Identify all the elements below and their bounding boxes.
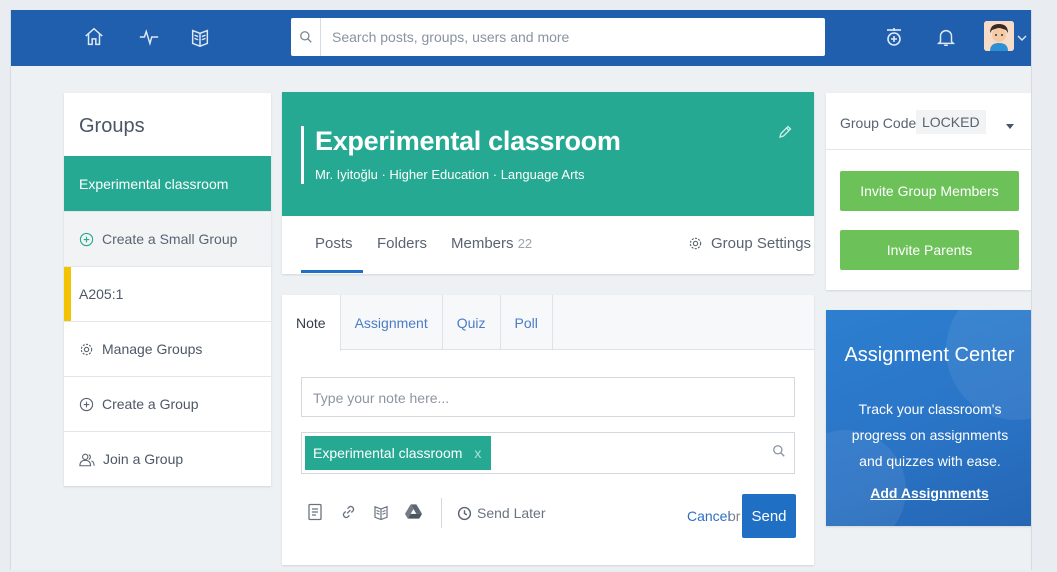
sidebar-item-label: Experimental classroom: [79, 175, 229, 192]
tab-note[interactable]: Note: [282, 295, 341, 351]
cancel-link[interactable]: Cancel: [687, 508, 731, 524]
top-navigation-bar: [11, 10, 1031, 66]
avatar[interactable]: [984, 21, 1014, 51]
note-textarea[interactable]: Type your note here...: [301, 377, 795, 417]
group-title: Experimental classroom: [315, 126, 621, 156]
sidebar-item-label: Create a Small Group: [102, 231, 238, 247]
pencil-icon[interactable]: [777, 124, 793, 145]
recipients-field[interactable]: Experimental classroom x: [301, 432, 795, 474]
gear-icon: [79, 342, 94, 357]
composer-tabs: Note Assignment Quiz Poll: [282, 295, 814, 351]
invite-group-members-button[interactable]: Invite Group Members: [840, 171, 1019, 211]
sidebar-item-label: A205:1: [79, 286, 124, 302]
search-bar[interactable]: [291, 18, 825, 56]
app-window: Groups Experimental classroom Create a S…: [10, 10, 1032, 570]
group-banner: Experimental classroom Mr. Iyitoğlu · Hi…: [282, 92, 814, 216]
plus-circle-icon: [79, 232, 94, 247]
link-icon[interactable]: [340, 503, 357, 521]
gear-icon: [688, 236, 703, 251]
google-drive-icon[interactable]: [404, 503, 423, 521]
recipient-chip-label: Experimental classroom: [313, 445, 463, 461]
sidebar-item-join-group[interactable]: Join a Group: [64, 431, 271, 486]
tab-poll[interactable]: Poll: [501, 295, 553, 350]
group-settings-label: Group Settings: [711, 235, 812, 252]
tab-assignment[interactable]: Assignment: [341, 295, 443, 350]
group-tabs: Posts Folders Members 22 Group Settings: [282, 216, 814, 274]
plus-circle-icon: [79, 397, 94, 412]
recipient-chip[interactable]: Experimental classroom x: [305, 436, 492, 470]
group-header: Experimental classroom Mr. Iyitoğlu · Hi…: [282, 92, 814, 274]
bell-icon[interactable]: [933, 24, 959, 50]
toolbar-divider: [441, 498, 442, 528]
tab-label: Folders: [377, 235, 428, 252]
active-tab-indicator: [301, 270, 363, 273]
tab-label: Members: [451, 235, 514, 252]
group-settings-button[interactable]: Group Settings: [688, 235, 811, 252]
members-count: 22: [517, 236, 533, 251]
send-later-label: Send Later: [477, 505, 546, 521]
file-icon[interactable]: [307, 503, 323, 521]
promo-title: Assignment Center: [844, 344, 1015, 366]
tab-label: Posts: [315, 235, 353, 252]
chevron-down-icon[interactable]: [1017, 30, 1027, 48]
add-assignments-link[interactable]: Add Assignments: [826, 485, 1031, 501]
sidebar-item-a205[interactable]: A205:1: [64, 266, 271, 321]
sidebar-item-label: Manage Groups: [102, 341, 203, 357]
search-icon: [772, 444, 786, 463]
sidebar-item-create-group[interactable]: Create a Group: [64, 376, 271, 431]
tab-quiz[interactable]: Quiz: [443, 295, 501, 350]
sidebar-title: Groups: [79, 115, 145, 137]
or-text: or: [728, 508, 741, 524]
activity-icon[interactable]: [136, 24, 162, 50]
title-accent-bar: [301, 126, 304, 184]
group-code-row: Group Code: LOCKED: [826, 93, 1031, 150]
invite-parents-button[interactable]: Invite Parents: [840, 230, 1019, 270]
sidebar-item-create-small-group[interactable]: Create a Small Group: [64, 211, 271, 266]
group-code-label: Group Code:: [840, 115, 921, 131]
assignment-center-promo: Assignment Center Track your classroom's…: [826, 310, 1031, 526]
group-subtitle: Mr. Iyitoğlu · Higher Education · Langua…: [315, 167, 585, 182]
group-code-panel: Group Code: LOCKED Invite Group Members …: [826, 93, 1031, 290]
groups-sidebar: Groups Experimental classroom Create a S…: [64, 93, 271, 486]
sidebar-item-label: Join a Group: [103, 451, 184, 467]
send-button[interactable]: Send: [742, 494, 796, 538]
caret-down-icon[interactable]: [1006, 117, 1014, 133]
tab-posts[interactable]: Posts: [315, 235, 353, 252]
home-icon[interactable]: [81, 24, 107, 50]
search-input[interactable]: [321, 19, 825, 55]
backpack-icon[interactable]: [372, 503, 390, 521]
promo-body: Track your classroom's progress on assig…: [851, 401, 1009, 469]
search-icon: [291, 18, 321, 56]
send-later-button[interactable]: Send Later: [457, 505, 546, 521]
tab-folders[interactable]: Folders: [377, 235, 427, 252]
sidebar-item-label: Create a Group: [102, 396, 199, 412]
sidebar-item-manage-groups[interactable]: Manage Groups: [64, 321, 271, 376]
backpack-icon[interactable]: [187, 24, 213, 50]
post-composer: Note Assignment Quiz Poll Type your note…: [282, 295, 814, 565]
group-code-value: LOCKED: [916, 110, 986, 134]
remove-chip-button[interactable]: x: [474, 445, 481, 461]
tab-members[interactable]: Members 22: [451, 235, 532, 252]
clock-icon: [457, 506, 472, 521]
sidebar-item-experimental-classroom[interactable]: Experimental classroom: [64, 156, 271, 211]
megaphone-icon[interactable]: [881, 24, 907, 50]
users-icon: [79, 452, 95, 467]
